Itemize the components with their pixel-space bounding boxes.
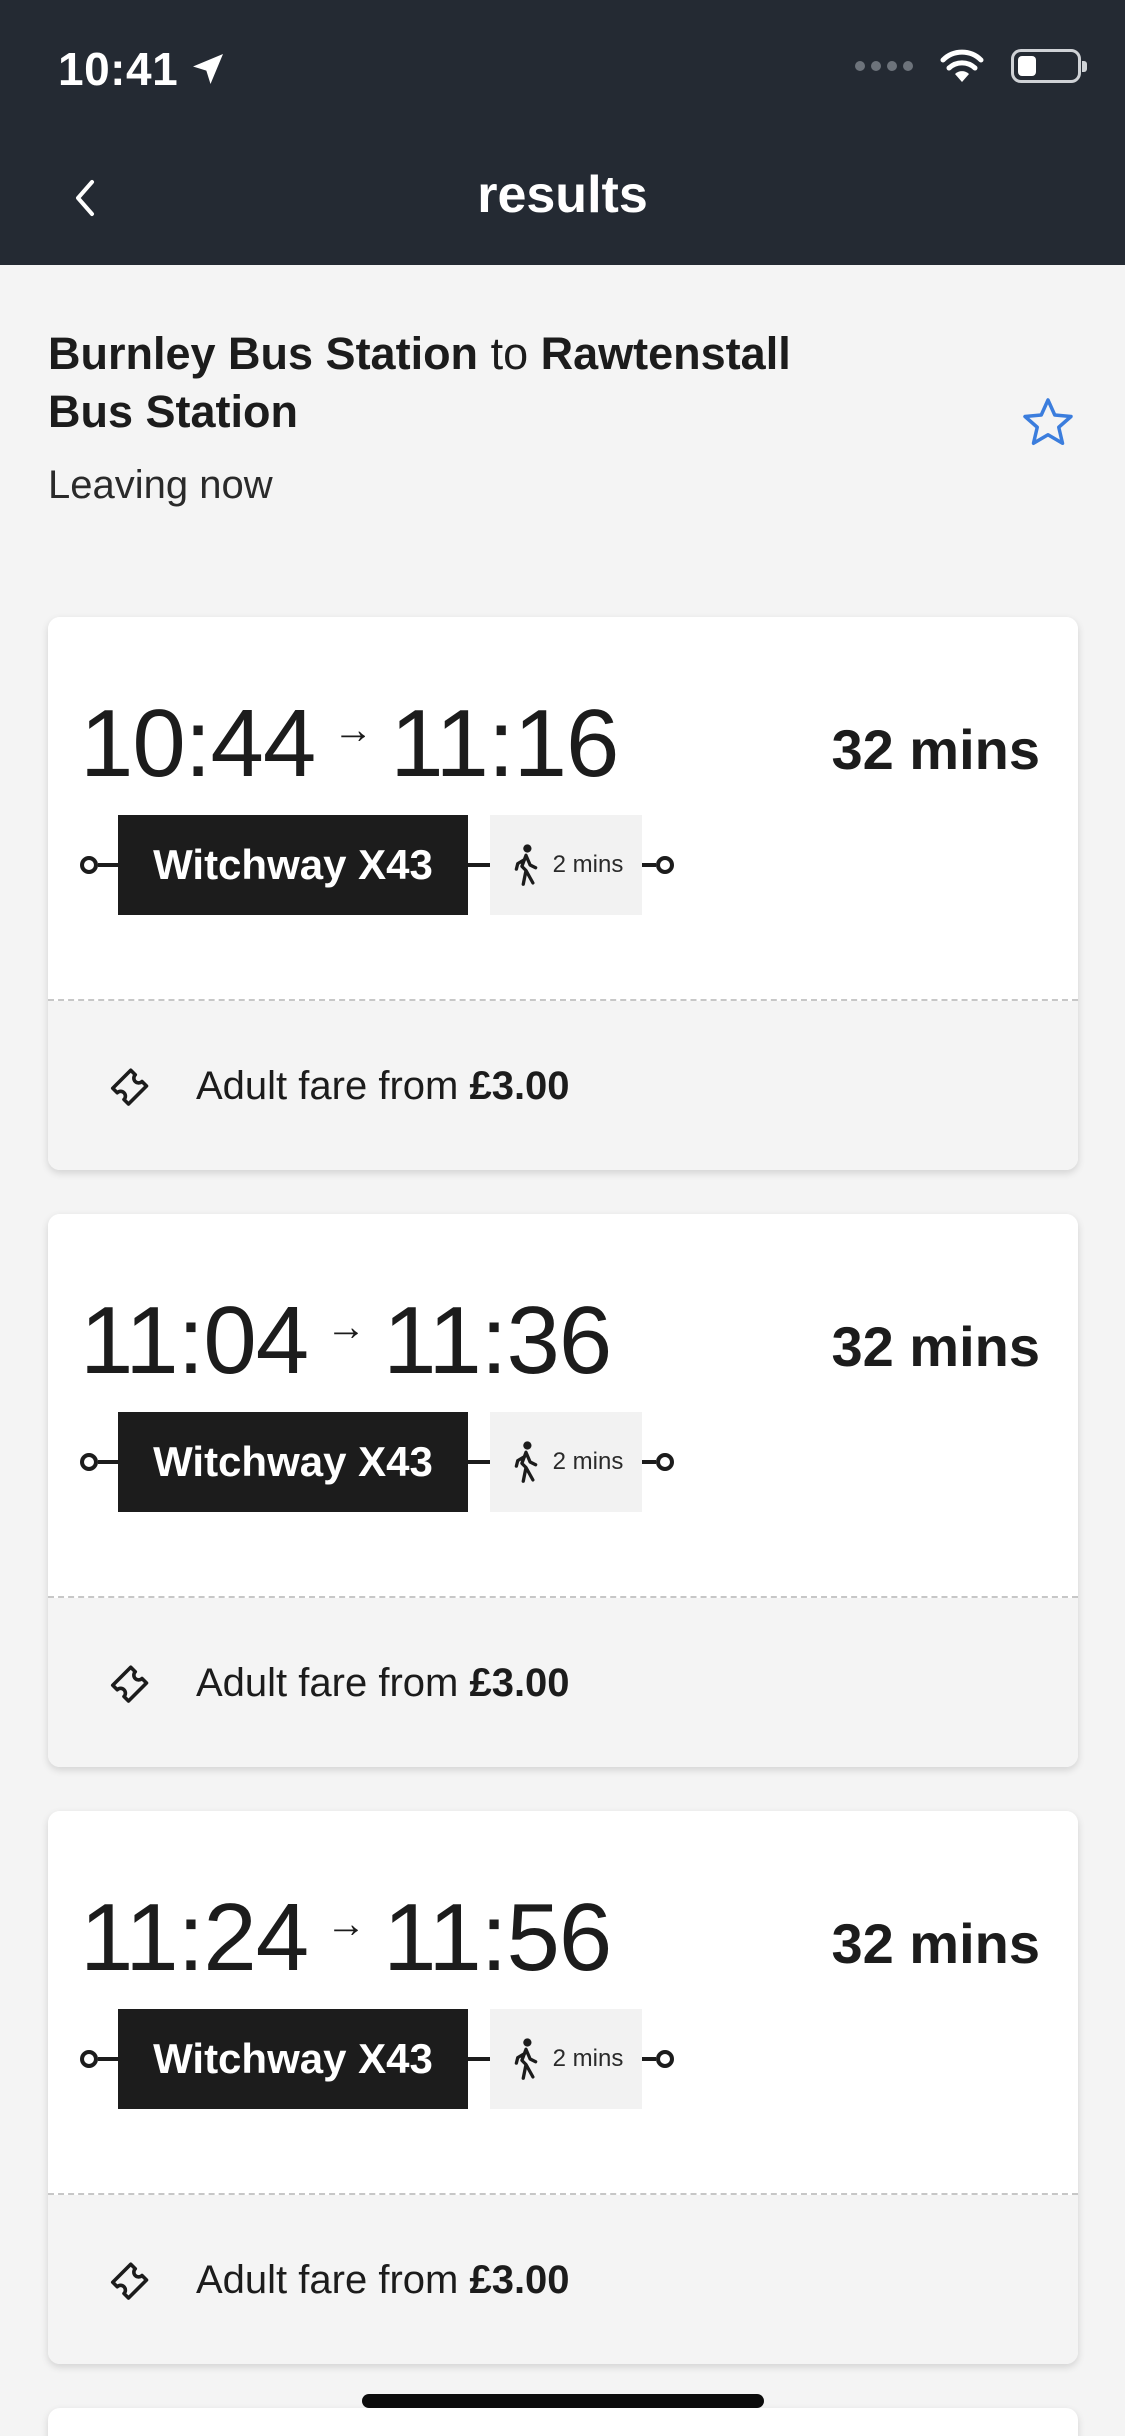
status-icons (855, 48, 1087, 84)
fare-price: £3.00 (469, 1660, 570, 1705)
journey-times: 11:24 → 11:56 (80, 1883, 612, 1993)
arrow-right-icon: → (326, 1901, 366, 1946)
journey-times: 10:44 → 11:16 (80, 689, 619, 799)
arrow-right-icon: → (326, 1304, 366, 1349)
origin-name: Burnley Bus Station (48, 328, 479, 379)
journey-summary: 10:44 → 11:16 32 mins Witchway X43 2 min… (48, 617, 1078, 1000)
route-header: Burnley Bus Station to Rawtenstall Bus S… (48, 325, 1078, 508)
journey-legs: Witchway X43 2 mins (80, 815, 674, 915)
fare-label: Adult fare from (196, 1660, 459, 1705)
leaving-time: Leaving now (48, 463, 273, 507)
arrive-time: 11:36 (383, 1287, 612, 1394)
fare-section: Adult fare from £3.00 (48, 2195, 1078, 2364)
arrive-time: 11:16 (390, 690, 619, 797)
journey-card-partial[interactable] (48, 2408, 1078, 2436)
journey-card[interactable]: 10:44 → 11:16 32 mins Witchway X43 2 min… (48, 617, 1078, 1170)
journey-duration: 32 mins (831, 1912, 1040, 1975)
journey-legs: Witchway X43 2 mins (80, 1412, 674, 1512)
walking-person-icon (514, 2038, 537, 2080)
end-node-icon (656, 1453, 674, 1471)
status-bar: 10:41 (0, 0, 1125, 135)
fare-info: Adult fare from £3.00 (106, 2253, 570, 2307)
status-time: 10:41 (58, 42, 228, 96)
ticket-icon (110, 2262, 149, 2300)
fare-section: Adult fare from £3.00 (48, 1001, 1078, 1170)
route-connector: to (490, 328, 529, 379)
walk-leg: 2 mins (490, 815, 642, 915)
page-title: results (477, 166, 648, 224)
arrive-time: 11:56 (383, 1884, 612, 1991)
fare-price: £3.00 (469, 2257, 570, 2302)
route-title: Burnley Bus Station to Rawtenstall Bus S… (48, 325, 868, 441)
walk-duration: 2 mins (552, 2045, 624, 2072)
journey-card[interactable]: 11:24 → 11:56 32 mins Witchway X43 2 min… (48, 1811, 1078, 2364)
journey-summary: 11:04 → 11:36 32 mins Witchway X43 2 min… (48, 1214, 1078, 1597)
journey-summary: 11:24 → 11:56 32 mins Witchway X43 2 min… (48, 1811, 1078, 2194)
walk-duration: 2 mins (552, 851, 624, 878)
battery-icon (1011, 49, 1087, 83)
end-node-icon (656, 2050, 674, 2068)
end-node-icon (656, 856, 674, 874)
walk-leg: 2 mins (490, 2009, 642, 2109)
walk-leg: 2 mins (490, 1412, 642, 1512)
bus-service-badge: Witchway X43 (118, 1412, 468, 1512)
journey-duration: 32 mins (831, 718, 1040, 781)
favourite-button[interactable] (1018, 393, 1078, 453)
journey-card[interactable]: 11:04 → 11:36 32 mins Witchway X43 2 min… (48, 1214, 1078, 1767)
fare-price: £3.00 (469, 1063, 570, 1108)
fare-label: Adult fare from (196, 1063, 459, 1108)
arrow-right-icon: → (333, 707, 373, 752)
location-arrow-icon (193, 54, 224, 84)
nav-bar: results (0, 145, 1125, 255)
start-node-icon (80, 2050, 98, 2068)
fare-section: Adult fare from £3.00 (48, 1598, 1078, 1767)
start-node-icon (80, 856, 98, 874)
bus-service-badge: Witchway X43 (118, 2009, 468, 2109)
cellular-signal-icon (855, 61, 913, 71)
top-bar: 10:41 results (0, 0, 1125, 265)
bus-service-badge: Witchway X43 (118, 815, 468, 915)
wifi-icon (940, 49, 984, 82)
ticket-icon (110, 1068, 149, 1106)
walking-person-icon (514, 1441, 537, 1483)
clock-text: 10:41 (58, 43, 179, 95)
start-node-icon (80, 1453, 98, 1471)
depart-time: 11:04 (80, 1287, 309, 1394)
fare-label: Adult fare from (196, 2257, 459, 2302)
walk-duration: 2 mins (552, 1448, 624, 1475)
walking-person-icon (514, 844, 537, 886)
journey-legs: Witchway X43 2 mins (80, 2009, 674, 2109)
journey-duration: 32 mins (831, 1315, 1040, 1378)
fare-info: Adult fare from £3.00 (106, 1059, 570, 1113)
star-icon (1023, 398, 1073, 445)
journey-times: 11:04 → 11:36 (80, 1286, 612, 1396)
fare-info: Adult fare from £3.00 (106, 1656, 570, 1710)
home-indicator[interactable] (362, 2394, 764, 2408)
depart-time: 10:44 (80, 690, 316, 797)
depart-time: 11:24 (80, 1884, 309, 1991)
ticket-icon (110, 1665, 149, 1703)
